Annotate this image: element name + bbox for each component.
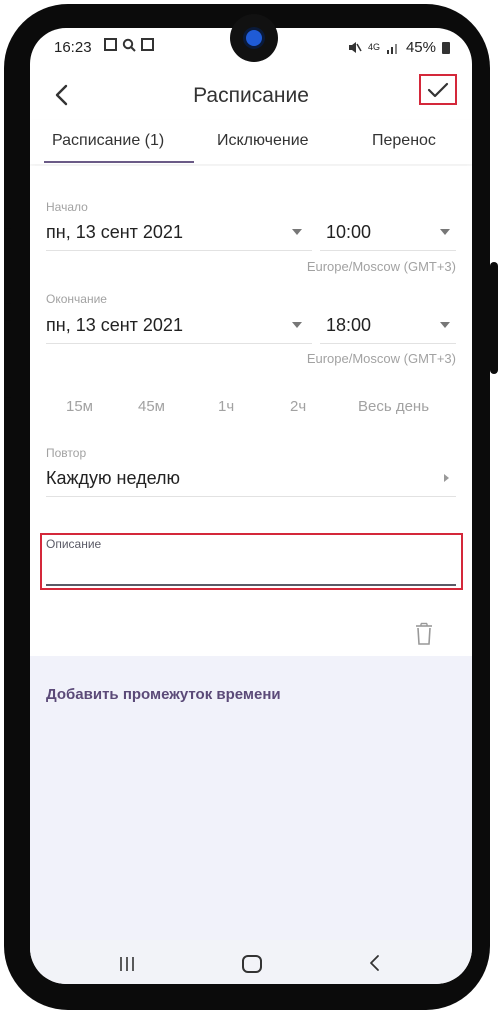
start-timezone[interactable]: Europe/Moscow (GMT+3)	[307, 259, 456, 274]
duration-1h[interactable]: 1ч	[218, 398, 234, 415]
trash-icon[interactable]	[414, 622, 434, 646]
power-button	[490, 262, 498, 374]
app-notification-icon	[141, 38, 154, 51]
start-time-underline	[320, 250, 456, 251]
add-time-span-link[interactable]: Добавить промежуток времени	[46, 686, 281, 703]
duration-45m[interactable]: 45м	[138, 398, 165, 415]
tab-schedule[interactable]: Расписание (1)	[52, 132, 164, 150]
status-time: 16:23	[54, 39, 92, 56]
chevron-right-icon	[444, 474, 449, 482]
screen: 16:23 4G 45% Расписание Расписание (1) И…	[30, 28, 472, 984]
start-time-dropdown-icon	[440, 229, 450, 235]
end-date-underline	[46, 343, 312, 344]
tab-exception[interactable]: Исключение	[217, 132, 309, 150]
gallery-icon	[104, 38, 117, 51]
start-label: Начало	[46, 200, 88, 214]
app-bar: Расписание	[30, 72, 472, 120]
repeat-field[interactable]: Каждую неделю	[46, 468, 180, 489]
signal-icon	[386, 43, 397, 54]
start-date-dropdown-icon	[292, 229, 302, 235]
end-date-field[interactable]: пн, 13 сент 2021	[46, 315, 183, 336]
end-timezone[interactable]: Europe/Moscow (GMT+3)	[307, 351, 456, 366]
volume-up-button	[4, 228, 12, 304]
duration-2h[interactable]: 2ч	[290, 398, 306, 415]
page-title: Расписание	[193, 84, 309, 107]
phone-frame: 16:23 4G 45% Расписание Расписание (1) И…	[0, 0, 500, 1016]
volume-down-button	[4, 320, 12, 398]
end-date-dropdown-icon	[292, 322, 302, 328]
description-underline	[46, 584, 456, 586]
start-time-field[interactable]: 10:00	[326, 222, 371, 243]
lower-section: Добавить промежуток времени	[30, 656, 472, 940]
end-time-dropdown-icon	[440, 322, 450, 328]
check-icon	[427, 82, 449, 98]
description-highlight	[40, 533, 463, 590]
system-nav-bar	[30, 940, 472, 984]
network-type: 4G	[367, 42, 380, 52]
tab-selected-indicator	[44, 161, 194, 163]
recents-icon[interactable]	[118, 956, 136, 972]
end-time-underline	[320, 343, 456, 344]
duration-all-day[interactable]: Весь день	[358, 398, 429, 415]
home-icon[interactable]	[242, 955, 262, 973]
status-right: 4G 45%	[348, 39, 450, 56]
repeat-underline	[46, 496, 456, 497]
end-time-field[interactable]: 18:00	[326, 315, 371, 336]
notification-icons	[104, 38, 154, 52]
end-label: Окончание	[46, 292, 107, 306]
battery-percent: 45%	[405, 39, 436, 56]
tab-bar: Расписание (1) Исключение Перенос	[30, 120, 472, 164]
mute-icon	[348, 42, 362, 53]
front-camera	[230, 14, 278, 62]
confirm-button[interactable]	[419, 74, 457, 105]
tab-transfer[interactable]: Перенос	[372, 132, 436, 150]
battery-icon	[442, 41, 450, 54]
search-icon	[122, 38, 136, 52]
schedule-form: Начало пн, 13 сент 2021 10:00 Europe/Mos…	[30, 166, 472, 656]
repeat-label: Повтор	[46, 446, 87, 460]
start-date-underline	[46, 250, 312, 251]
start-date-field[interactable]: пн, 13 сент 2021	[46, 222, 183, 243]
duration-15m[interactable]: 15м	[66, 398, 93, 415]
description-label: Описание	[46, 537, 102, 551]
nav-back-icon[interactable]	[368, 954, 382, 972]
